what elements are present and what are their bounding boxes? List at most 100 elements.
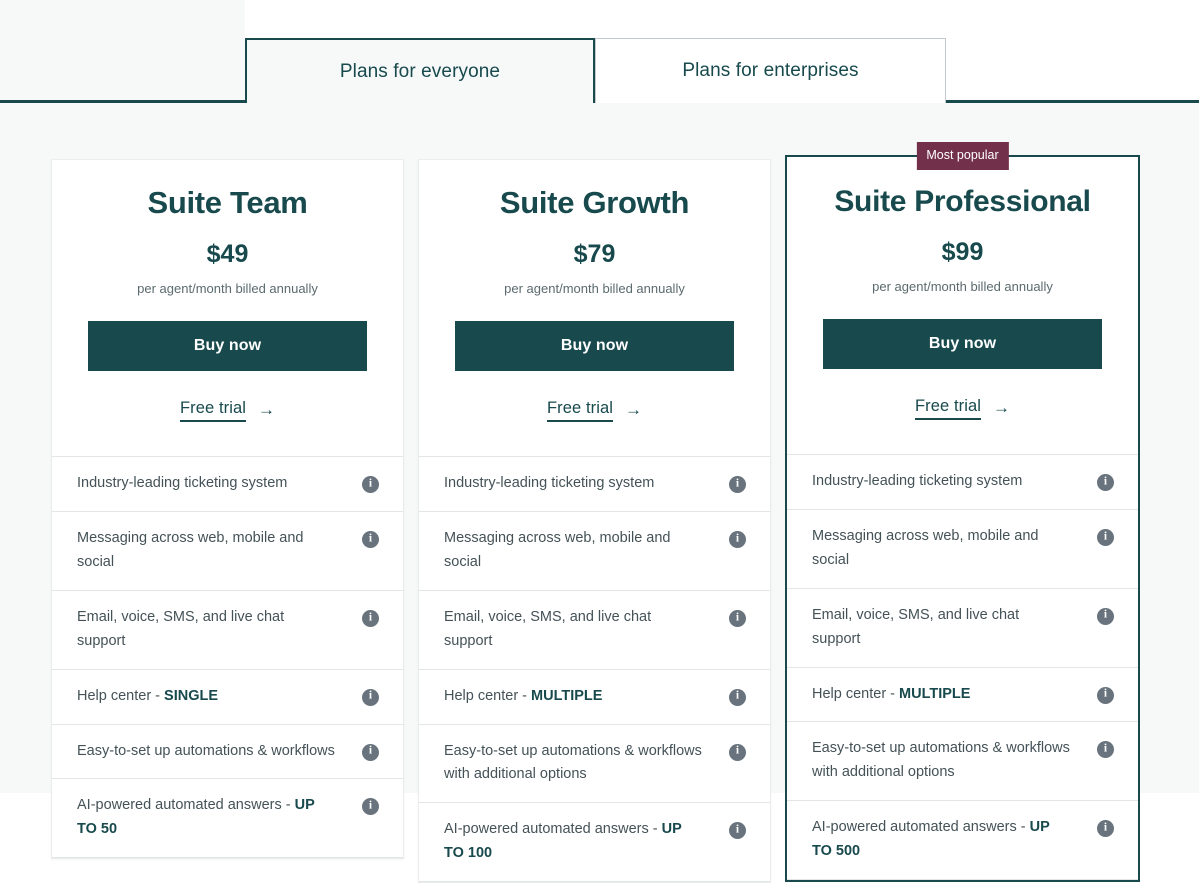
pricing-card-suite-professional: Most popular Suite Professional $99 per … bbox=[785, 142, 1140, 883]
feature-label: Help center - MULTIPLE bbox=[444, 687, 603, 704]
info-icon[interactable]: i bbox=[729, 822, 746, 840]
info-icon-glyph: i bbox=[1103, 742, 1108, 755]
feature-value: UP TO 500 bbox=[812, 819, 1050, 860]
info-icon[interactable]: i bbox=[362, 609, 379, 627]
info-icon-glyph: i bbox=[735, 532, 740, 545]
info-icon[interactable]: i bbox=[1097, 528, 1114, 546]
feature-value: UP TO 50 bbox=[77, 797, 315, 838]
info-icon-glyph: i bbox=[735, 477, 740, 490]
free-trial-link-suite-team[interactable]: Free trial bbox=[179, 399, 247, 422]
feature-label: Industry-leading ticketing system bbox=[444, 474, 655, 491]
info-icon[interactable]: i bbox=[1097, 607, 1114, 625]
tabbar-left-filler bbox=[0, 0, 245, 100]
feature-label: Easy-to-set up automations & workflows w… bbox=[812, 740, 1070, 781]
free-trial-link-suite-professional[interactable]: Free trial bbox=[914, 397, 982, 420]
feature-row: Help center - SINGLE i bbox=[52, 670, 403, 725]
buy-now-button-suite-team[interactable]: Buy now bbox=[88, 320, 367, 371]
info-icon[interactable]: i bbox=[729, 475, 746, 493]
info-icon[interactable]: i bbox=[362, 798, 379, 816]
buy-now-button-suite-growth[interactable]: Buy now bbox=[455, 320, 734, 371]
arrow-right-icon: → bbox=[258, 399, 276, 419]
pricing-page-body: Suite Team $49 per agent/month billed an… bbox=[0, 103, 1199, 883]
card-header-suite-growth: Suite Growth $79 per agent/month billed … bbox=[419, 160, 770, 456]
feature-value: MULTIPLE bbox=[899, 685, 971, 702]
feature-value: SINGLE bbox=[164, 687, 219, 704]
plan-price-note-suite-team: per agent/month billed annually bbox=[137, 281, 318, 297]
active-tab-mouth bbox=[247, 100, 593, 103]
info-icon-glyph: i bbox=[368, 689, 373, 702]
card-header-suite-team: Suite Team $49 per agent/month billed an… bbox=[52, 160, 403, 456]
info-icon-glyph: i bbox=[735, 744, 740, 757]
info-icon[interactable]: i bbox=[729, 688, 746, 706]
feature-row: Messaging across web, mobile and social i bbox=[419, 512, 770, 591]
info-icon[interactable]: i bbox=[1097, 820, 1114, 838]
plan-price-suite-growth: $79 bbox=[573, 240, 616, 269]
most-popular-badge: Most popular bbox=[916, 142, 1009, 170]
plan-price-suite-professional: $99 bbox=[941, 238, 984, 266]
card-header-suite-professional: Suite Professional $99 per agent/month b… bbox=[787, 157, 1138, 454]
feature-row: Help center - MULTIPLE i bbox=[419, 670, 770, 725]
info-icon[interactable]: i bbox=[729, 743, 746, 761]
info-icon-glyph: i bbox=[1103, 608, 1108, 621]
pricing-card-grid: Suite Team $49 per agent/month billed an… bbox=[51, 142, 1144, 883]
feature-row: Industry-leading ticketing system i bbox=[787, 455, 1138, 510]
info-icon-glyph: i bbox=[368, 744, 373, 757]
tab-plans-for-enterprises-label: Plans for enterprises bbox=[682, 60, 859, 81]
tab-plans-for-everyone-label: Plans for everyone bbox=[339, 60, 501, 82]
info-icon-glyph: i bbox=[368, 799, 373, 812]
plan-audience-tabbar: Plans for everyone Plans for enterprises bbox=[0, 0, 1199, 103]
info-icon-glyph: i bbox=[1103, 821, 1108, 834]
feature-label: Industry-leading ticketing system bbox=[77, 474, 288, 491]
info-icon-glyph: i bbox=[368, 611, 373, 623]
feature-row: Messaging across web, mobile and social i bbox=[787, 510, 1138, 589]
plan-name-suite-team: Suite Team bbox=[147, 185, 308, 220]
plan-price-note-suite-professional: per agent/month billed annually bbox=[872, 279, 1053, 294]
feature-label: Easy-to-set up automations & workflows bbox=[77, 742, 335, 759]
feature-label: Industry-leading ticketing system bbox=[812, 472, 1023, 489]
feature-label: Messaging across web, mobile and social bbox=[444, 529, 671, 570]
info-icon-glyph: i bbox=[368, 477, 373, 490]
feature-label: Help center - MULTIPLE bbox=[812, 685, 971, 702]
feature-row: AI-powered automated answers - UP TO 100… bbox=[419, 803, 770, 883]
feature-value: MULTIPLE bbox=[531, 687, 603, 704]
feature-row: Easy-to-set up automations & workflows w… bbox=[787, 722, 1138, 802]
tab-plans-for-enterprises[interactable]: Plans for enterprises bbox=[595, 38, 946, 103]
info-icon-glyph: i bbox=[1103, 687, 1108, 700]
info-icon[interactable]: i bbox=[1097, 473, 1114, 491]
info-icon[interactable]: i bbox=[362, 475, 379, 493]
info-icon[interactable]: i bbox=[362, 530, 379, 548]
info-icon[interactable]: i bbox=[1097, 686, 1114, 704]
info-icon[interactable]: i bbox=[362, 743, 379, 761]
feature-label: AI-powered automated answers - UP TO 500 bbox=[812, 819, 1050, 860]
feature-label: Email, voice, SMS, and live chat support bbox=[444, 608, 652, 649]
feature-label: Messaging across web, mobile and social bbox=[77, 529, 304, 570]
feature-row: AI-powered automated answers - UP TO 500… bbox=[787, 801, 1138, 881]
info-icon-glyph: i bbox=[735, 823, 740, 836]
info-icon[interactable]: i bbox=[729, 609, 746, 627]
feature-row: Easy-to-set up automations & workflows w… bbox=[419, 725, 770, 804]
info-icon[interactable]: i bbox=[1097, 741, 1114, 759]
feature-row: AI-powered automated answers - UP TO 50 i bbox=[52, 779, 403, 859]
info-icon[interactable]: i bbox=[362, 688, 379, 706]
feature-label: AI-powered automated answers - UP TO 100 bbox=[444, 821, 682, 862]
feature-row: Help center - MULTIPLE i bbox=[787, 668, 1138, 723]
plan-price-note-suite-growth: per agent/month billed annually bbox=[504, 281, 685, 297]
pricing-card-suite-growth: Suite Growth $79 per agent/month billed … bbox=[418, 159, 771, 883]
feature-list-suite-team: Industry-leading ticketing system i Messag… bbox=[52, 455, 403, 859]
tabbar-right-filler bbox=[946, 0, 1199, 100]
feature-row: Messaging across web, mobile and social i bbox=[52, 512, 403, 591]
feature-row: Email, voice, SMS, and live chat support… bbox=[787, 589, 1138, 668]
info-icon-glyph: i bbox=[735, 611, 740, 623]
free-trial-row-suite-professional: Free trial → bbox=[823, 397, 1102, 420]
info-icon[interactable]: i bbox=[729, 530, 746, 548]
tab-plans-for-everyone[interactable]: Plans for everyone bbox=[245, 38, 595, 103]
buy-now-button-suite-professional[interactable]: Buy now bbox=[823, 318, 1102, 369]
feature-list-suite-growth: Industry-leading ticketing system i Messag… bbox=[419, 455, 770, 883]
feature-row: Easy-to-set up automations & workflows i bbox=[52, 725, 403, 780]
free-trial-row-suite-team: Free trial → bbox=[88, 399, 367, 422]
feature-row: Industry-leading ticketing system i bbox=[419, 457, 770, 512]
plan-name-suite-growth: Suite Growth bbox=[499, 185, 690, 220]
arrow-right-icon: → bbox=[625, 399, 643, 419]
feature-value: UP TO 100 bbox=[444, 821, 682, 862]
free-trial-link-suite-growth[interactable]: Free trial bbox=[546, 399, 614, 422]
